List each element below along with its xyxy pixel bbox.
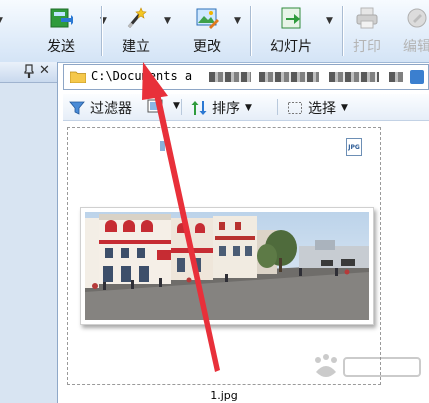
- printer-icon: [356, 7, 378, 29]
- filter-label: 过滤器: [90, 101, 132, 117]
- filter-button[interactable]: 过滤器: [69, 98, 132, 117]
- street-photo: [85, 212, 369, 320]
- print-label: 打印: [353, 39, 381, 55]
- chevron-down-icon[interactable]: ▼: [245, 103, 252, 113]
- send-button[interactable]: 发送 ▼: [30, 0, 107, 62]
- thumbnail-item[interactable]: JPG: [67, 127, 381, 385]
- sort-arrows-icon: [191, 101, 207, 115]
- folders-panel-header: ✕: [0, 62, 57, 83]
- view-mode-button[interactable]: ▼: [147, 98, 180, 116]
- filter-icon: [69, 101, 85, 115]
- edit-label: 编辑: [403, 39, 429, 55]
- chevron-down-icon[interactable]: ▼: [173, 101, 180, 111]
- create-label: 建立: [122, 39, 150, 55]
- sort-button[interactable]: 排序 ▼: [191, 98, 252, 117]
- redacted-text: [329, 72, 379, 82]
- chevron-down-icon[interactable]: ▼: [164, 16, 171, 26]
- jpg-file-icon: JPG: [346, 138, 362, 156]
- redacted-text: [389, 72, 403, 82]
- redacted-text: [209, 72, 251, 82]
- push-pin-icon[interactable]: [24, 64, 34, 81]
- slideshow-icon: [281, 7, 301, 29]
- send-label: 发送: [47, 39, 75, 55]
- address-bar[interactable]: C:\Documents a: [63, 64, 429, 90]
- view-toolbar: 过滤器 ▼ 排序 ▼ 选择 ▼: [63, 94, 429, 121]
- toolbar-separator: [277, 99, 278, 115]
- chevron-down-icon[interactable]: ▼: [326, 16, 333, 26]
- select-button[interactable]: 选择 ▼: [287, 98, 348, 117]
- view-mode-icon: [147, 99, 163, 113]
- close-icon[interactable]: ✕: [39, 63, 50, 78]
- toolbar-separator: [250, 6, 252, 56]
- sort-label: 排序: [212, 101, 240, 117]
- chevron-down-icon[interactable]: ▼: [234, 16, 241, 26]
- redacted-text: [259, 72, 319, 82]
- magic-wand-icon: [127, 7, 147, 28]
- address-path: C:\Documents a: [91, 69, 193, 83]
- toolbar-separator: [101, 6, 103, 56]
- select-icon: [288, 102, 302, 114]
- edit-button[interactable]: 编辑: [398, 0, 429, 62]
- image-edit-icon: [196, 8, 219, 29]
- toolbar-separator: [181, 99, 182, 115]
- chevron-down-icon[interactable]: ▼: [341, 103, 348, 113]
- folders-panel: ✕: [0, 62, 58, 403]
- scroll-indicator: [160, 141, 165, 151]
- edit-icon: [407, 8, 427, 28]
- watermark-logo: [308, 352, 424, 388]
- chevron-down-icon: ▼: [0, 16, 3, 26]
- thumbnail-filename: 1.jpg: [210, 389, 238, 402]
- change-button[interactable]: 更改 ▼: [182, 0, 241, 62]
- slideshow-label: 幻灯片: [270, 39, 312, 55]
- prev-dropdown-arrow[interactable]: ▼: [0, 0, 8, 62]
- print-button[interactable]: 打印: [348, 0, 386, 62]
- toolbar-separator: [342, 6, 344, 56]
- send-icon: [50, 8, 73, 28]
- main-toolbar: ▼ 发送 ▼ 建立 ▼ 更改 ▼: [0, 0, 429, 63]
- slideshow-button[interactable]: 幻灯片 ▼: [262, 0, 333, 62]
- create-button[interactable]: 建立 ▼: [112, 0, 171, 62]
- change-label: 更改: [193, 39, 221, 55]
- select-label: 选择: [308, 101, 336, 117]
- folder-icon: [70, 71, 86, 83]
- go-arrow-icon[interactable]: [410, 70, 424, 84]
- thumbnail-image[interactable]: [80, 207, 374, 325]
